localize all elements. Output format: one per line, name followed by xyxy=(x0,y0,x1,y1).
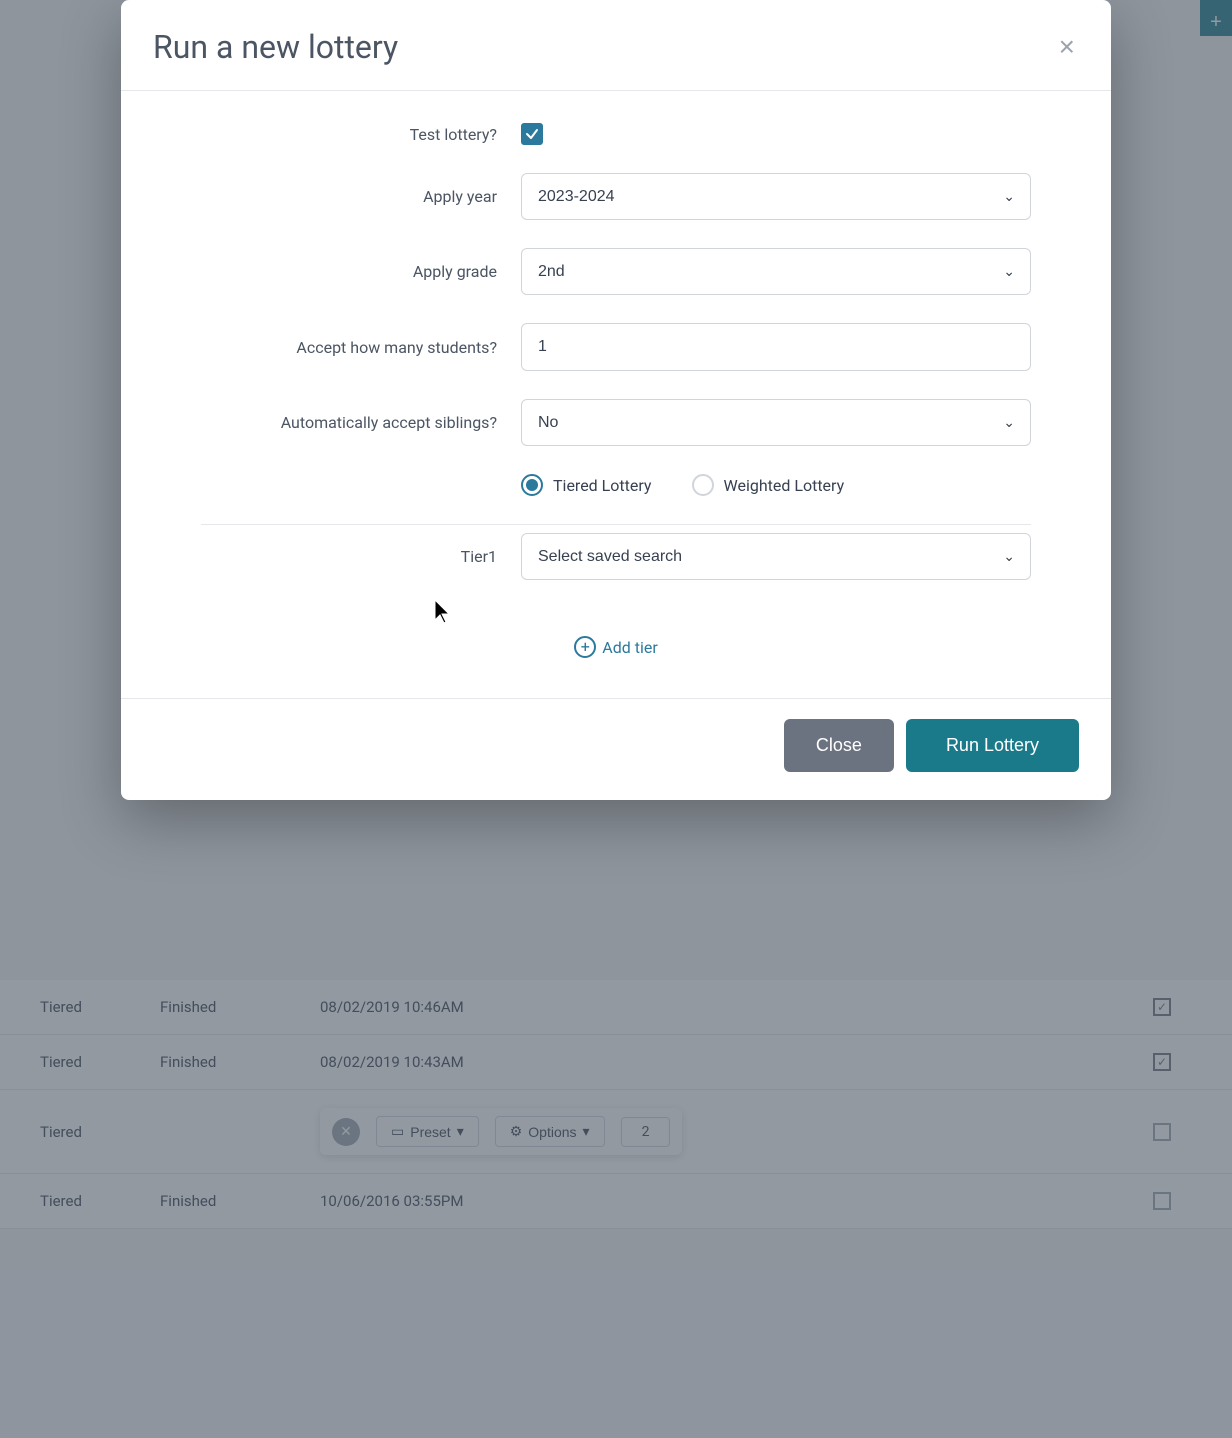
accept-students-input[interactable] xyxy=(521,323,1031,371)
tier1-control: Select saved search ⌄ xyxy=(521,533,1031,580)
auto-accept-control: No Yes ⌄ xyxy=(521,399,1031,446)
modal-body: Test lottery? Apply year 2023-2024 xyxy=(121,91,1111,698)
test-lottery-checkbox[interactable] xyxy=(521,123,543,145)
tiered-lottery-option[interactable]: Tiered Lottery xyxy=(521,474,652,496)
apply-year-label: Apply year xyxy=(201,187,521,206)
modal-dialog: Run a new lottery × Test lottery? Apply … xyxy=(121,0,1111,800)
accept-students-label: Accept how many students? xyxy=(201,338,521,357)
apply-year-wrapper: 2023-2024 2022-2023 2024-2025 ⌄ xyxy=(521,173,1031,220)
auto-accept-select[interactable]: No Yes xyxy=(521,399,1031,446)
modal-header: Run a new lottery × xyxy=(121,0,1111,91)
apply-grade-control: 2nd 1st 3rd K ⌄ xyxy=(521,248,1031,295)
weighted-lottery-option[interactable]: Weighted Lottery xyxy=(692,474,845,496)
add-tier-button[interactable]: + Add tier xyxy=(574,636,657,658)
modal-close-button[interactable]: × xyxy=(1055,29,1079,65)
tiered-radio-button[interactable] xyxy=(521,474,543,496)
tiered-radio-inner xyxy=(526,479,538,491)
weighted-radio-button[interactable] xyxy=(692,474,714,496)
modal-overlay: Run a new lottery × Test lottery? Apply … xyxy=(0,0,1232,1438)
auto-accept-wrapper: No Yes ⌄ xyxy=(521,399,1031,446)
tier1-label: Tier1 xyxy=(201,547,521,566)
tier1-row: Tier1 Select saved search ⌄ xyxy=(201,533,1031,580)
modal-footer: Close Run Lottery xyxy=(121,698,1111,800)
apply-grade-wrapper: 2nd 1st 3rd K ⌄ xyxy=(521,248,1031,295)
test-lottery-control xyxy=(521,123,1031,145)
apply-year-select[interactable]: 2023-2024 2022-2023 2024-2025 xyxy=(521,173,1031,220)
apply-grade-select[interactable]: 2nd 1st 3rd K xyxy=(521,248,1031,295)
accept-students-row: Accept how many students? xyxy=(201,323,1031,371)
auto-accept-label: Automatically accept siblings? xyxy=(201,413,521,432)
tier1-select[interactable]: Select saved search xyxy=(521,533,1031,580)
test-lottery-label: Test lottery? xyxy=(201,125,521,144)
apply-year-control: 2023-2024 2022-2023 2024-2025 ⌄ xyxy=(521,173,1031,220)
weighted-lottery-label: Weighted Lottery xyxy=(724,476,845,495)
tier1-wrapper: Select saved search ⌄ xyxy=(521,533,1031,580)
apply-grade-label: Apply grade xyxy=(201,262,521,281)
checkmark-icon xyxy=(525,127,539,141)
close-button[interactable]: Close xyxy=(784,719,894,772)
accept-students-control xyxy=(521,323,1031,371)
lottery-type-row: Tiered Lottery Weighted Lottery xyxy=(201,474,1031,525)
tiered-lottery-label: Tiered Lottery xyxy=(553,476,652,495)
run-lottery-button[interactable]: Run Lottery xyxy=(906,719,1079,772)
modal-title: Run a new lottery xyxy=(153,28,398,66)
auto-accept-row: Automatically accept siblings? No Yes ⌄ xyxy=(201,399,1031,446)
lottery-type-group: Tiered Lottery Weighted Lottery xyxy=(521,474,1031,496)
test-lottery-row: Test lottery? xyxy=(201,123,1031,145)
add-tier-label: Add tier xyxy=(602,638,657,657)
add-tier-icon: + xyxy=(574,636,596,658)
apply-grade-row: Apply grade 2nd 1st 3rd K ⌄ xyxy=(201,248,1031,295)
add-tier-row: + Add tier xyxy=(201,608,1031,666)
apply-year-row: Apply year 2023-2024 2022-2023 2024-2025… xyxy=(201,173,1031,220)
